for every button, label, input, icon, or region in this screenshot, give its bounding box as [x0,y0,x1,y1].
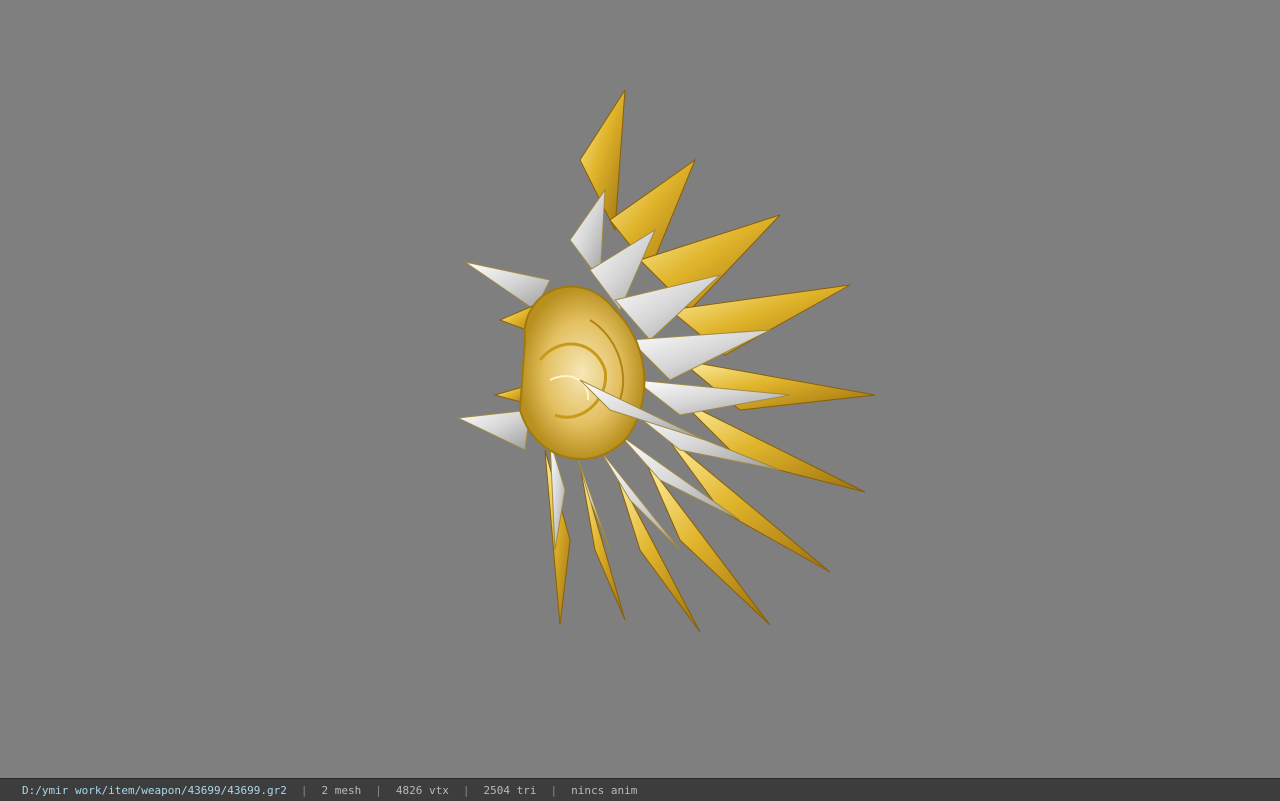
separator: | [550,783,558,797]
vertex-count: 4826 vtx [395,783,449,797]
status-bar: D:/ymir work/item/weapon/43699/43699.gr2… [0,778,1280,801]
mesh-count: 2 mesh [321,783,362,797]
triangle-count: 2504 tri [483,783,537,797]
separator: | [300,783,308,797]
animation-status: nincs anim [571,783,638,797]
separator: | [375,783,382,797]
separator: | [462,783,470,797]
spiked-gold-shield-model[interactable] [440,80,900,650]
3d-viewport[interactable] [0,0,1280,778]
file-path: D:/ymir work/item/weapon/43699/43699.gr2 [22,783,287,797]
